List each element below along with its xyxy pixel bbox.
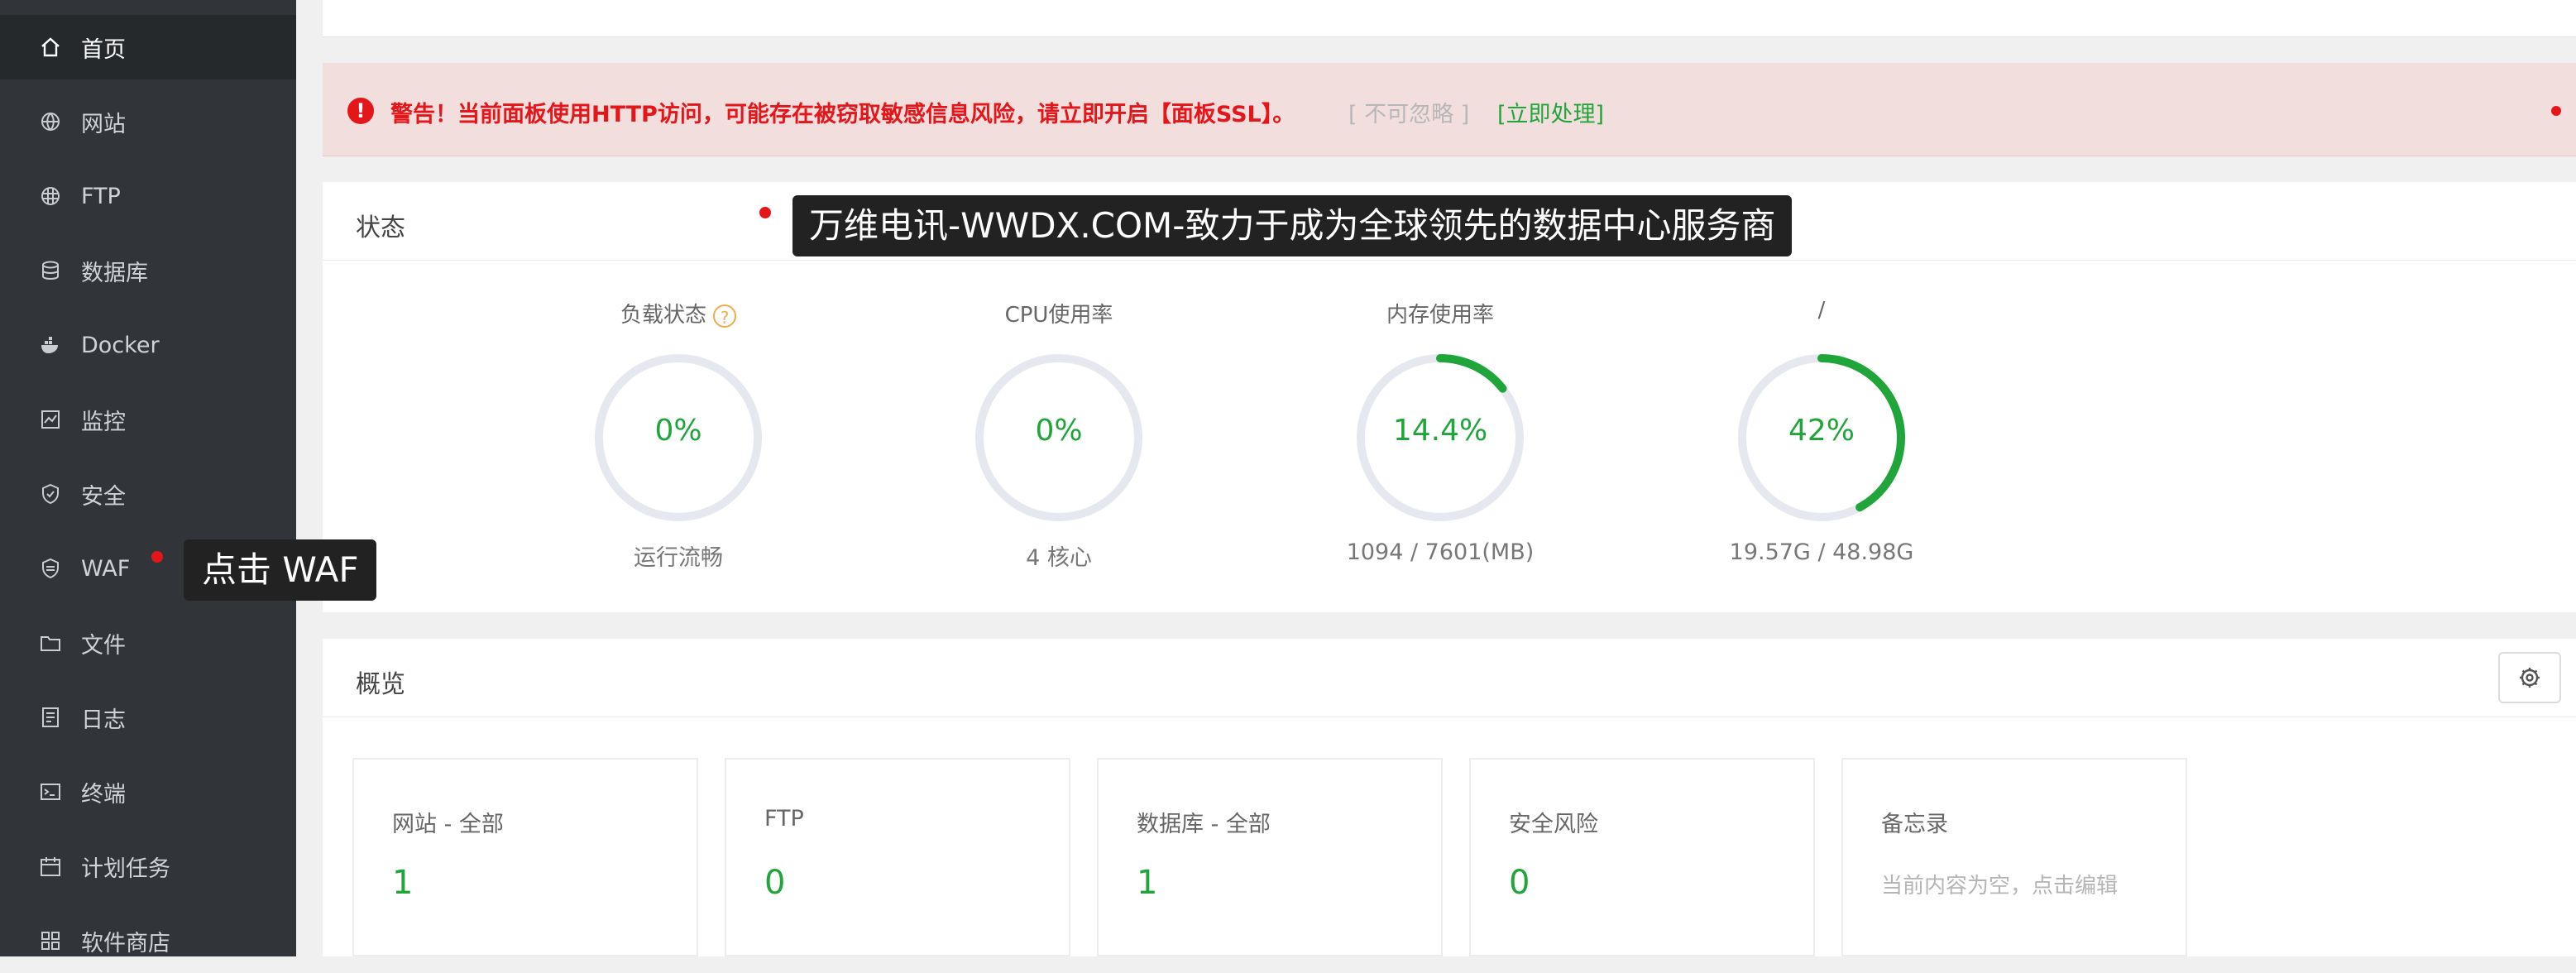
sidebar-item-security[interactable]: 安全 — [0, 462, 296, 526]
sidebar-item-ftp[interactable]: FTP — [0, 164, 296, 228]
gauge-title: / — [1817, 298, 1826, 323]
calendar-icon — [41, 857, 60, 876]
gauge-subtext: 1094 / 7601(MB) — [1346, 539, 1535, 565]
card-title: 数据库 - 全部 — [1137, 812, 1271, 837]
sidebar-item-store[interactable]: 软件商店 — [0, 908, 296, 973]
card-value: 0 — [764, 864, 786, 902]
warning-text: 警告！当前面板使用HTTP访问，可能存在被窃取敏感信息风险，请立即开启【面板SS… — [390, 102, 1295, 127]
sidebar-item-website[interactable]: 网站 — [0, 89, 296, 154]
sidebar-item-terminal[interactable]: 终端 — [0, 760, 296, 824]
memo-empty-note[interactable]: 当前内容为空，点击编辑 — [1881, 869, 2118, 899]
card-title: 备忘录 — [1881, 812, 1948, 837]
ftp-globe-icon — [41, 187, 60, 205]
sidebar-item-label: 监控 — [81, 409, 126, 435]
gear-icon — [2520, 668, 2540, 688]
overview-card-databases[interactable]: 数据库 - 全部 1 — [1097, 758, 1443, 956]
sidebar-item-label: 网站 — [81, 111, 126, 137]
waf-tooltip: 点击 WAF — [184, 539, 377, 601]
sidebar-item-label: 数据库 — [81, 260, 148, 286]
alert-dot — [2551, 106, 2561, 116]
memory-gauge[interactable]: 内存使用率 14.4% 1094 / 7601(MB) — [1283, 298, 1597, 596]
gauge-value: 42% — [1788, 414, 1855, 448]
sidebar-item-database[interactable]: 数据库 — [0, 238, 296, 303]
gauge-title: CPU使用率 — [1004, 303, 1113, 328]
shield-icon — [42, 483, 59, 505]
overview-card-websites[interactable]: 网站 - 全部 1 — [352, 758, 698, 956]
banner-tooltip: 万维电讯-WWDX.COM-致力于成为全球领先的数据中心服务商 — [792, 195, 1793, 256]
load-gauge[interactable]: 负载状态? 0% 运行流畅 — [521, 298, 836, 596]
globe-icon — [41, 113, 60, 131]
sidebar-item-label: 日志 — [81, 707, 126, 733]
card-title: 网站 - 全部 — [392, 812, 504, 837]
gauge-subtext: 运行流畅 — [634, 545, 723, 571]
overview-header: 概览 — [323, 639, 2576, 717]
apps-grid-icon — [41, 932, 60, 950]
overview-panel: 概览 网站 - 全部 1 FTP 0 数据库 - 全部 1 安全风险 0 备忘录… — [323, 639, 2576, 956]
sidebar-item-label: 安全 — [81, 483, 126, 510]
overview-settings-button[interactable] — [2498, 652, 2561, 703]
warning-icon: ! — [347, 98, 374, 124]
waf-shield-icon — [42, 558, 59, 579]
disk-gauge[interactable]: / 42% 19.57G / 48.98G — [1664, 298, 1979, 596]
cpu-gauge[interactable]: CPU使用率 0% 4 核心 — [902, 298, 1216, 596]
sidebar-item-cron[interactable]: 计划任务 — [0, 834, 296, 899]
sidebar-item-label: 文件 — [81, 632, 126, 659]
overview-card-security-risk[interactable]: 安全风险 0 — [1469, 758, 1815, 956]
database-icon — [42, 261, 59, 280]
waf-marker-dot — [151, 551, 163, 563]
sidebar-item-label: WAF — [81, 555, 131, 582]
sidebar-item-docker[interactable]: Docker — [0, 313, 296, 377]
card-title: 安全风险 — [1509, 812, 1598, 837]
monitor-icon — [41, 410, 60, 429]
overview-card-ftp[interactable]: FTP 0 — [725, 758, 1070, 956]
sidebar-item-label: 计划任务 — [81, 856, 170, 882]
sidebar-item-label: Docker — [81, 332, 160, 358]
sidebar: 首页 网站 FTP 数据库 Docker 监控 安全 WAF 文件 日志 终端 — [0, 0, 296, 956]
home-icon — [41, 37, 60, 57]
banner-marker-dot — [759, 207, 771, 218]
http-warning-alert: ! 警告！当前面板使用HTTP访问，可能存在被窃取敏感信息风险，请立即开启【面板… — [323, 63, 2576, 156]
handle-now-link[interactable]: [立即处理] — [1497, 96, 1604, 128]
cannot-ignore-label: [ 不可忽略 ] — [1348, 102, 1470, 127]
log-icon — [42, 707, 59, 727]
gauge-value: 14.4% — [1392, 414, 1488, 448]
help-icon[interactable]: ? — [713, 304, 736, 328]
folder-icon — [41, 636, 60, 651]
overview-card-memo[interactable]: 备忘录 当前内容为空，点击编辑 — [1841, 758, 2187, 956]
docker-icon — [41, 337, 58, 353]
sidebar-item-label: FTP — [81, 183, 121, 209]
sidebar-item-home[interactable]: 首页 — [0, 15, 296, 79]
status-title: 状态 — [356, 213, 405, 242]
card-value: 1 — [392, 864, 414, 902]
gauge-subtext: 4 核心 — [1026, 545, 1092, 571]
sidebar-item-label: 终端 — [81, 781, 126, 808]
sidebar-item-label: 软件商店 — [81, 930, 170, 956]
gauge-title: 负载状态? — [521, 298, 836, 328]
sidebar-item-monitor[interactable]: 监控 — [0, 387, 296, 452]
gauge-title: 内存使用率 — [1386, 303, 1494, 328]
terminal-icon — [41, 784, 60, 800]
overview-title: 概览 — [356, 670, 405, 699]
gauge-subtext: 19.57G / 48.98G — [1729, 539, 1914, 565]
top-info-bar — [323, 0, 2576, 37]
sidebar-item-files[interactable]: 文件 — [0, 611, 296, 675]
sidebar-item-label: 首页 — [81, 36, 126, 63]
card-title: FTP — [764, 806, 804, 832]
gauge-value: 0% — [1035, 414, 1083, 448]
gauge-value: 0% — [654, 414, 702, 448]
sidebar-item-logs[interactable]: 日志 — [0, 685, 296, 750]
card-value: 0 — [1509, 864, 1530, 902]
card-value: 1 — [1137, 864, 1158, 902]
